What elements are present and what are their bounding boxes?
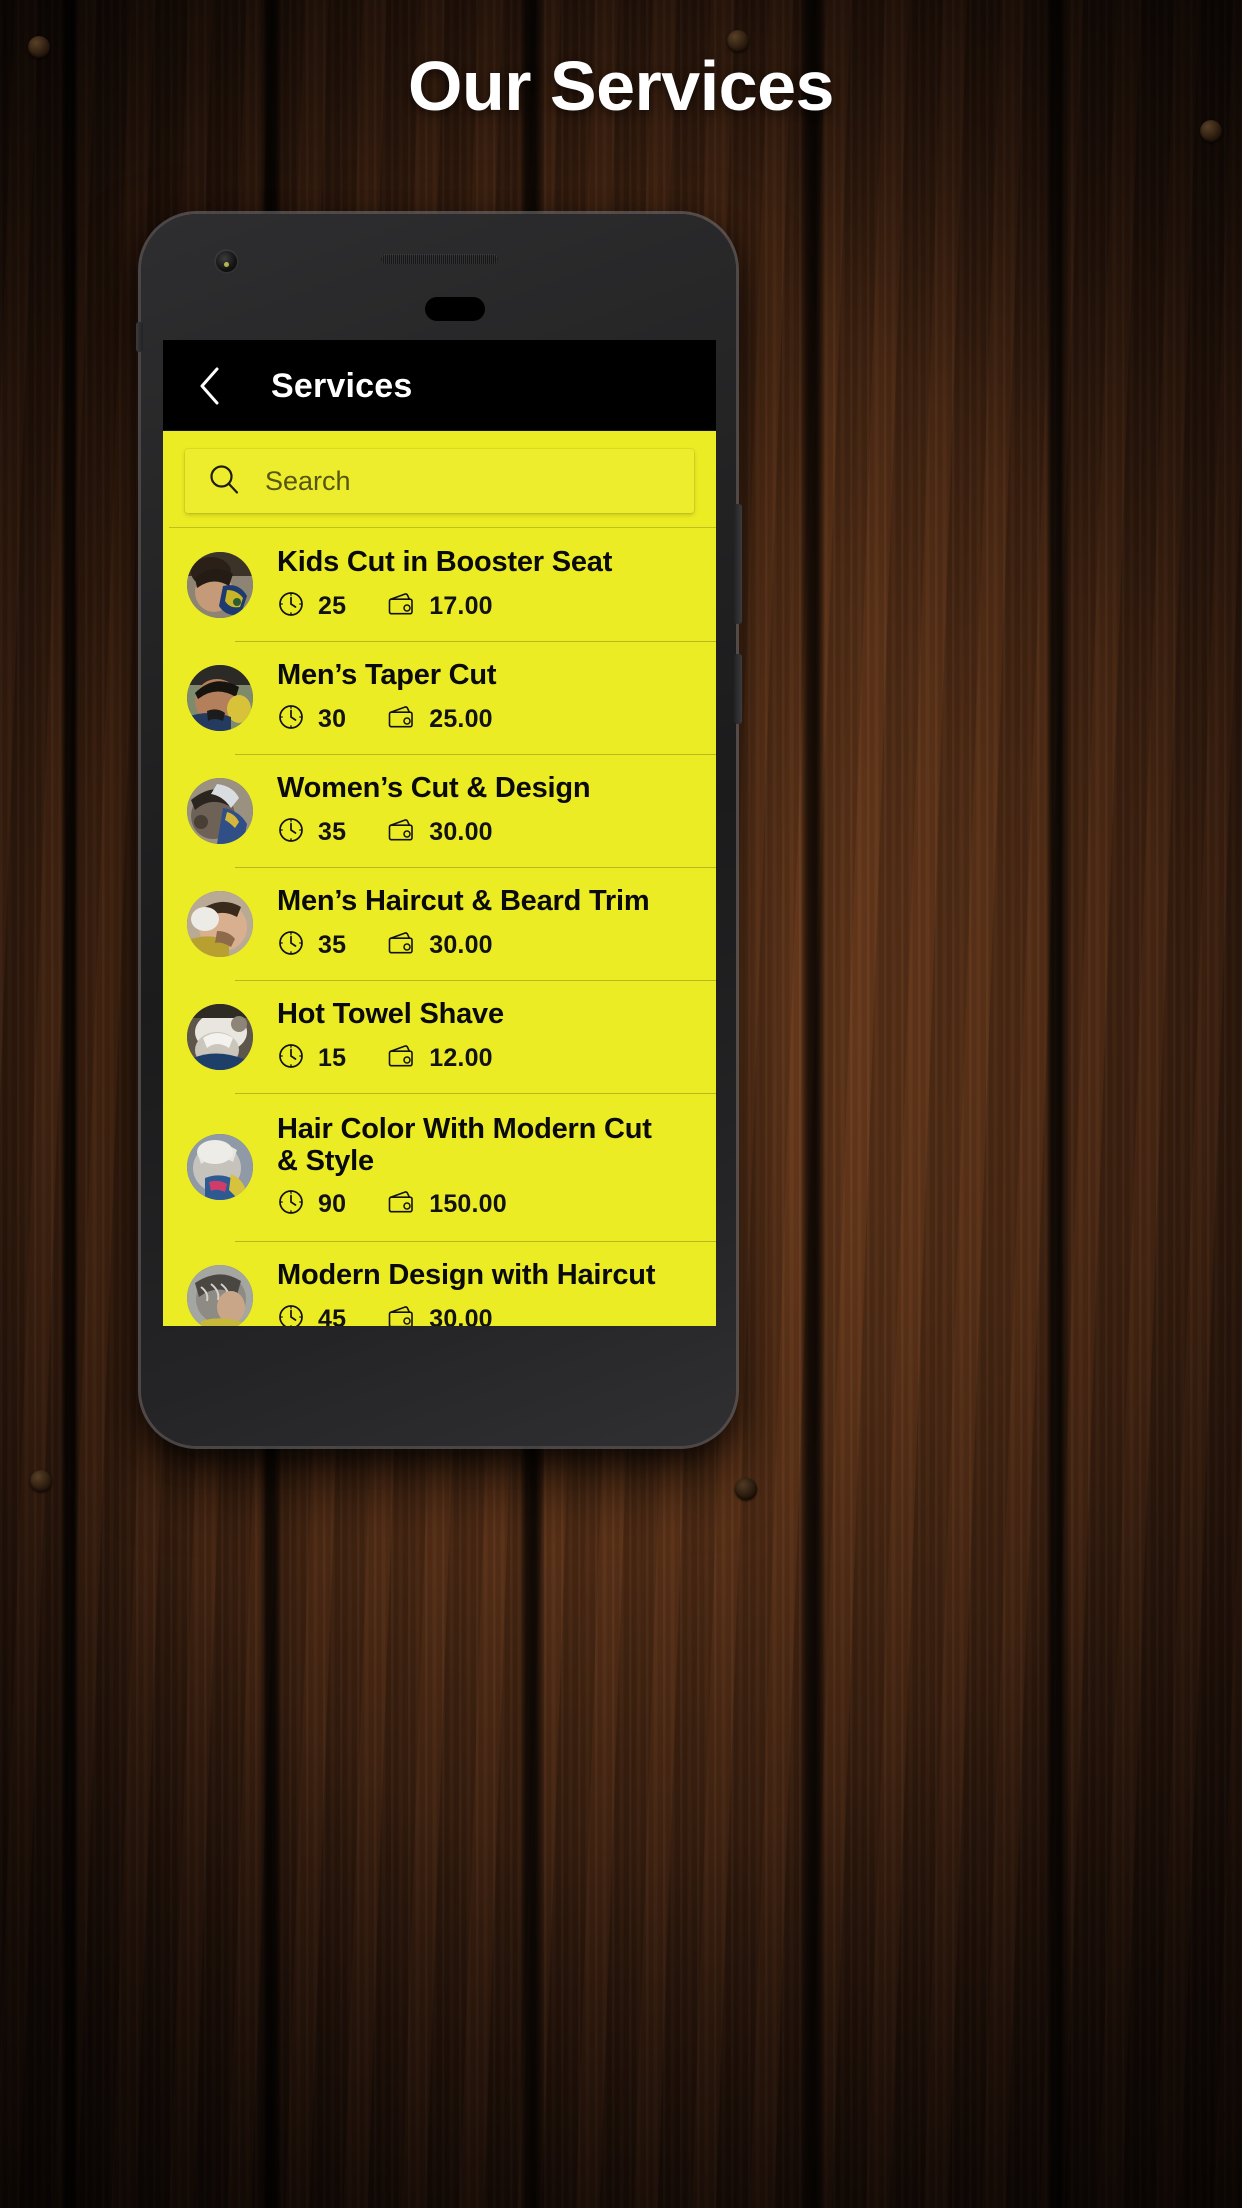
duration-chunk: 35 (277, 816, 346, 849)
services-screen-content: Kids Cut in Booster Seat (163, 431, 716, 1326)
clock-icon (277, 1042, 305, 1075)
service-title: Kids Cut in Booster Seat (277, 546, 613, 579)
service-price: 30.00 (429, 817, 493, 846)
list-item-body: Kids Cut in Booster Seat 25 17.00 (277, 546, 716, 622)
clock-icon (277, 703, 305, 736)
service-price: 25.00 (429, 704, 493, 733)
service-title: Women’s Cut & Design (277, 772, 591, 805)
avatar (187, 1264, 253, 1326)
phone-device: Services Search Kids Cut in Booster Seat… (136, 214, 742, 1446)
search-section (163, 431, 716, 527)
screw-head (735, 1478, 757, 1500)
duration-chunk: 15 (277, 1042, 346, 1075)
service-meta: 15 12.00 (277, 1042, 698, 1075)
wallet-icon (386, 929, 416, 962)
duration-chunk: 25 (277, 590, 346, 623)
duration-chunk: 30 (277, 703, 346, 736)
service-duration: 30 (318, 704, 347, 733)
device-side-button-left[interactable] (136, 322, 143, 352)
service-meta: 30 25.00 (277, 703, 698, 736)
service-duration: 45 (318, 1304, 347, 1326)
price-chunk: 150.00 (386, 1188, 507, 1221)
clock-icon (277, 1303, 305, 1326)
device-volume-button[interactable] (734, 504, 742, 624)
list-item[interactable]: Kids Cut in Booster Seat 25 17.00 (163, 528, 716, 641)
app-bar: Services (163, 342, 716, 431)
price-chunk: 17.00 (386, 590, 493, 623)
avatar (187, 664, 253, 731)
app-bar-title: Services (271, 366, 413, 405)
service-title: Hot Towel Shave (277, 998, 504, 1031)
clock-icon (277, 1188, 305, 1221)
wallet-icon (386, 1042, 416, 1075)
wallet-icon (386, 816, 416, 849)
price-chunk: 12.00 (386, 1042, 493, 1075)
proximity-sensor-icon (425, 297, 485, 321)
service-price: 150.00 (429, 1190, 507, 1219)
price-chunk: 30.00 (386, 1303, 493, 1326)
clock-icon (277, 929, 305, 962)
service-meta: 90 150.00 (277, 1188, 698, 1221)
search-icon (207, 462, 241, 501)
service-meta: 35 30.00 (277, 816, 698, 849)
wallet-icon (386, 1188, 416, 1221)
search-box[interactable] (185, 449, 694, 513)
service-duration: 90 (318, 1190, 347, 1219)
duration-chunk: 45 (277, 1303, 346, 1326)
service-duration: 25 (318, 591, 347, 620)
list-item-body: Men’s Taper Cut 30 25.00 (277, 659, 716, 735)
list-item[interactable]: Hot Towel Shave 15 12.00 (163, 980, 716, 1093)
list-item-body: Hair Color With Modern Cut & Style 90 15… (277, 1113, 716, 1222)
list-item[interactable]: Men’s Haircut & Beard Trim 35 30.00 (163, 867, 716, 980)
avatar (187, 1003, 253, 1070)
price-chunk: 30.00 (386, 816, 493, 849)
price-chunk: 30.00 (386, 929, 493, 962)
clock-icon (277, 590, 305, 623)
avatar (187, 551, 253, 618)
device-power-button[interactable] (734, 654, 742, 724)
duration-chunk: 35 (277, 929, 346, 962)
duration-chunk: 90 (277, 1188, 346, 1221)
avatar (187, 890, 253, 957)
phone-screen: Services Search Kids Cut in Booster Seat… (163, 340, 716, 1326)
list-item-body: Men’s Haircut & Beard Trim 35 30.00 (277, 885, 716, 961)
list-item-body: Modern Design with Haircut 45 30.00 (277, 1259, 716, 1326)
service-meta: 45 30.00 (277, 1303, 698, 1326)
screw-head (30, 1470, 52, 1492)
service-meta: 25 17.00 (277, 590, 698, 623)
wallet-icon (386, 590, 416, 623)
service-price: 17.00 (429, 591, 493, 620)
service-duration: 15 (318, 1043, 347, 1072)
service-duration: 35 (318, 817, 347, 846)
list-item-body: Hot Towel Shave 15 12.00 (277, 998, 716, 1074)
wallet-icon (386, 1303, 416, 1326)
service-meta: 35 30.00 (277, 929, 698, 962)
service-title: Men’s Taper Cut (277, 659, 497, 692)
page-title: Our Services (408, 47, 834, 125)
service-price: 12.00 (429, 1043, 493, 1072)
price-chunk: 25.00 (386, 703, 493, 736)
service-duration: 35 (318, 930, 347, 959)
service-title: Modern Design with Haircut (277, 1259, 656, 1292)
services-list: Kids Cut in Booster Seat 25 17.00 Men’s … (163, 527, 716, 1326)
service-title: Men’s Haircut & Beard Trim (277, 885, 650, 918)
service-price: 30.00 (429, 930, 493, 959)
search-input[interactable] (265, 465, 605, 497)
list-item-body: Women’s Cut & Design 35 30.00 (277, 772, 716, 848)
back-button[interactable] (187, 363, 233, 409)
list-item[interactable]: Hair Color With Modern Cut & Style 90 15… (163, 1093, 716, 1241)
service-price: 30.00 (429, 1304, 493, 1326)
avatar (187, 1134, 253, 1200)
list-item[interactable]: Women’s Cut & Design 35 30.00 (163, 754, 716, 867)
wallet-icon (386, 703, 416, 736)
front-camera-icon (214, 249, 239, 274)
chevron-left-icon (197, 366, 223, 406)
list-item[interactable]: Modern Design with Haircut 45 30.00 (163, 1241, 716, 1326)
clock-icon (277, 816, 305, 849)
service-title: Hair Color With Modern Cut & Style (277, 1112, 652, 1177)
avatar (187, 777, 253, 844)
earpiece-speaker-icon (381, 254, 498, 264)
list-item[interactable]: Men’s Taper Cut 30 25.00 (163, 641, 716, 754)
